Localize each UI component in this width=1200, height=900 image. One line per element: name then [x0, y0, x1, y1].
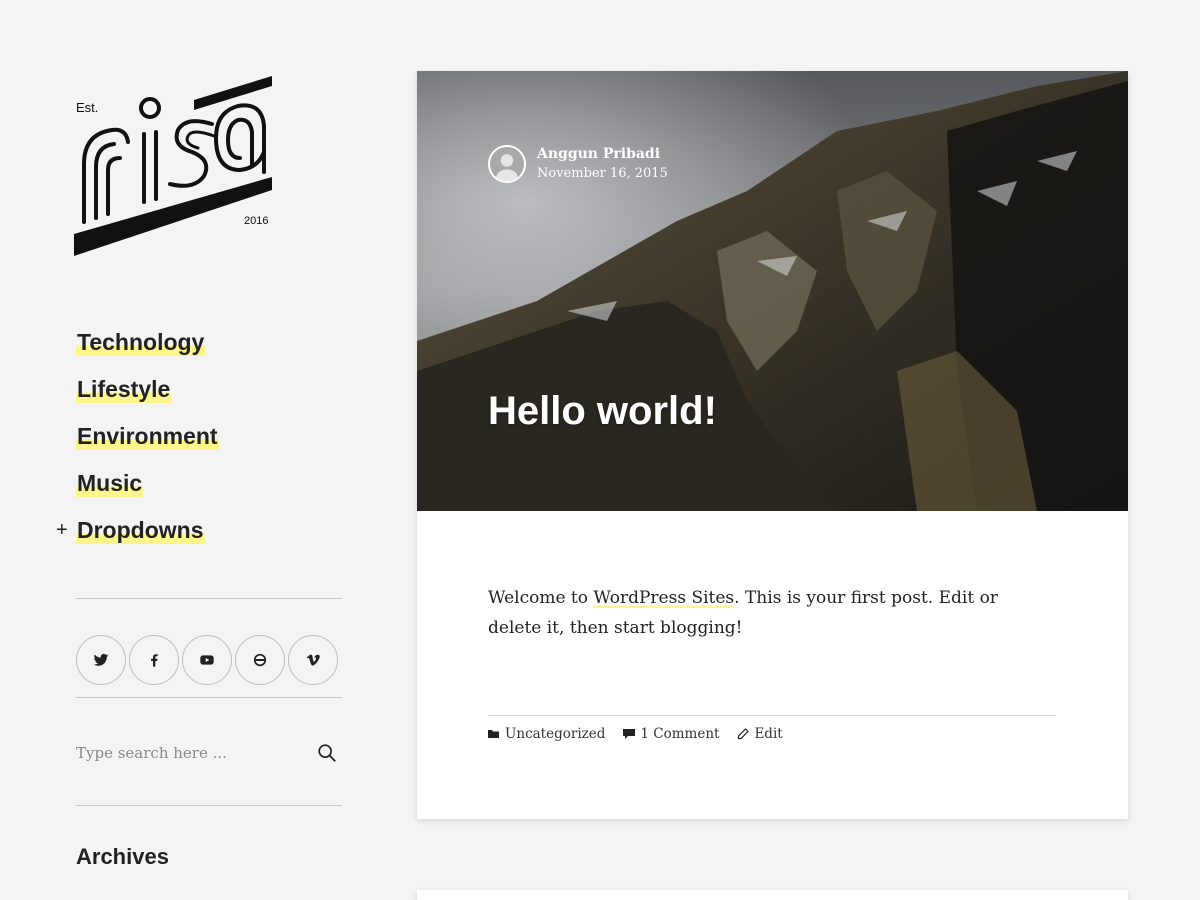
post-edit[interactable]: Edit	[737, 726, 783, 742]
search-form	[76, 736, 342, 770]
search-icon	[318, 744, 336, 762]
nav-item-music[interactable]: Music	[76, 469, 356, 516]
logo-lettering	[74, 76, 272, 256]
divider	[76, 598, 342, 599]
nav-item-label[interactable]: Dropdowns	[76, 516, 205, 544]
author-name[interactable]: Anggun Pribadi	[537, 144, 668, 164]
expand-submenu-toggle[interactable]: +	[56, 518, 68, 542]
nav-item-dropdowns[interactable]: + Dropdowns	[56, 516, 356, 563]
logo-est: Est.	[76, 100, 98, 115]
twitter-icon	[93, 653, 109, 666]
nav-item-environment[interactable]: Environment	[76, 422, 356, 469]
risa-logo-graphic: Est. 2016	[74, 76, 272, 256]
search-input[interactable]	[76, 736, 296, 770]
content-link[interactable]: WordPress Sites	[593, 588, 735, 608]
youtube-icon	[200, 655, 214, 665]
flickr-button[interactable]	[235, 635, 285, 685]
divider	[76, 697, 342, 698]
post-comments[interactable]: 1 Comment	[623, 726, 719, 742]
nav-item-technology[interactable]: Technology	[76, 328, 356, 375]
post-category[interactable]: Uncategorized	[488, 726, 605, 742]
nav-item-label[interactable]: Technology	[76, 328, 206, 356]
post-footer-divider	[488, 715, 1056, 716]
post-author[interactable]: Anggun Pribadi November 16, 2015	[488, 144, 668, 184]
folder-icon	[488, 730, 499, 738]
avatar-image	[490, 147, 524, 181]
twitter-button[interactable]	[76, 635, 126, 685]
author-avatar[interactable]	[488, 145, 526, 183]
comments-link[interactable]: 1 Comment	[640, 726, 719, 742]
nav-item-label[interactable]: Lifestyle	[76, 375, 172, 403]
pencil-icon	[738, 728, 750, 740]
site-logo[interactable]: Est. 2016	[74, 72, 274, 258]
post-featured-image[interactable]: Anggun Pribadi November 16, 2015 Hello w…	[417, 71, 1128, 511]
search-button[interactable]	[316, 742, 338, 764]
nav-item-label[interactable]: Environment	[76, 422, 219, 450]
edit-link[interactable]: Edit	[754, 726, 782, 742]
main-navigation: Technology Lifestyle Environment Music +…	[56, 328, 356, 563]
facebook-icon	[151, 654, 158, 667]
logo-year: 2016	[244, 215, 268, 227]
divider	[76, 805, 342, 806]
post-card: Anggun Pribadi November 16, 2015 Hello w…	[417, 71, 1128, 819]
social-links	[76, 635, 338, 685]
post-date[interactable]: November 16, 2015	[537, 164, 668, 184]
vimeo-button[interactable]	[288, 635, 338, 685]
post-content: Welcome to WordPress Sites. This is your…	[488, 583, 1056, 643]
flickr-icon	[253, 653, 267, 667]
nav-item-lifestyle[interactable]: Lifestyle	[76, 375, 356, 422]
nav-item-label[interactable]: Music	[76, 469, 144, 497]
youtube-button[interactable]	[182, 635, 232, 685]
facebook-button[interactable]	[129, 635, 179, 685]
next-post-card	[417, 890, 1128, 900]
post-footer: Uncategorized 1 Comment Edit	[488, 726, 801, 742]
mountain-photo	[417, 71, 1128, 511]
archives-widget-title: Archives	[76, 844, 169, 869]
comment-icon	[623, 729, 636, 739]
category-link[interactable]: Uncategorized	[505, 726, 605, 742]
post-title[interactable]: Hello world!	[488, 389, 717, 434]
vimeo-icon	[306, 654, 320, 666]
author-meta: Anggun Pribadi November 16, 2015	[537, 144, 668, 184]
content-text: Welcome to	[488, 588, 594, 608]
